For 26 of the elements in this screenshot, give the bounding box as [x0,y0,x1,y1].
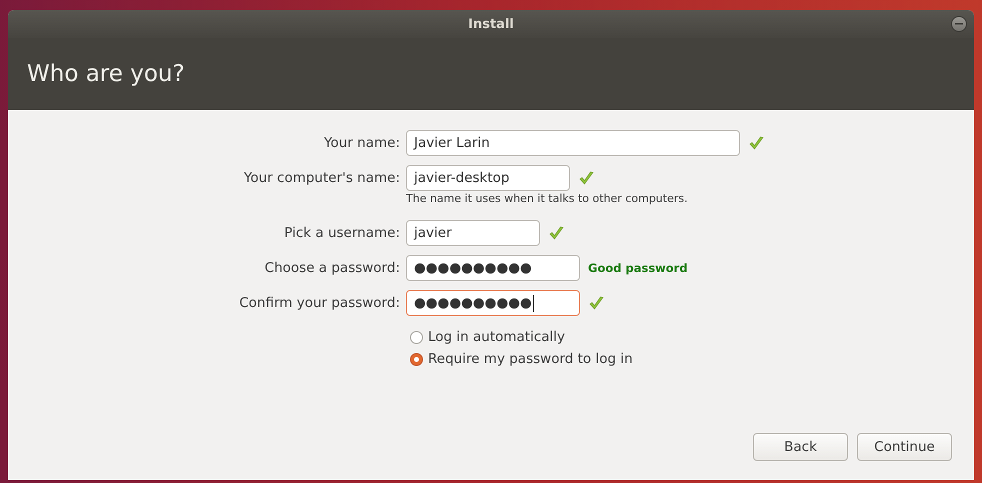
checkmark-icon [588,294,605,312]
checkmark-icon [748,134,765,152]
window-title: Install [468,16,514,32]
password-strength: Good password [588,261,688,275]
minimize-button[interactable] [951,16,967,32]
field-hint: The name it uses when it talks to other computers. [406,192,689,205]
field-label: Your computer's name: [244,170,400,186]
field-label: Choose a password: [264,260,400,276]
continue-button[interactable]: Continue [857,433,952,461]
radio-label[interactable]: Require my password to log in [428,351,633,367]
checkmark-icon [548,224,565,242]
input-field[interactable]: Javier Larin [406,130,740,156]
field-label: Confirm your password: [239,295,400,311]
input-field[interactable]: ●●●●●●●●●● [406,290,580,316]
radio-button[interactable] [410,352,423,366]
field-label: Your name: [324,135,400,151]
page-heading: Who are you? [27,61,185,87]
input-field[interactable]: ●●●●●●●●●● [406,255,580,281]
field-label: Pick a username: [284,225,400,241]
radio-button[interactable] [410,330,423,344]
input-field[interactable]: javier [406,220,540,246]
radio-label[interactable]: Log in automatically [428,329,566,345]
input-field[interactable]: javier-desktop [406,165,570,191]
minus-icon [955,23,963,25]
back-button[interactable]: Back [753,433,848,461]
checkmark-icon [578,170,595,186]
